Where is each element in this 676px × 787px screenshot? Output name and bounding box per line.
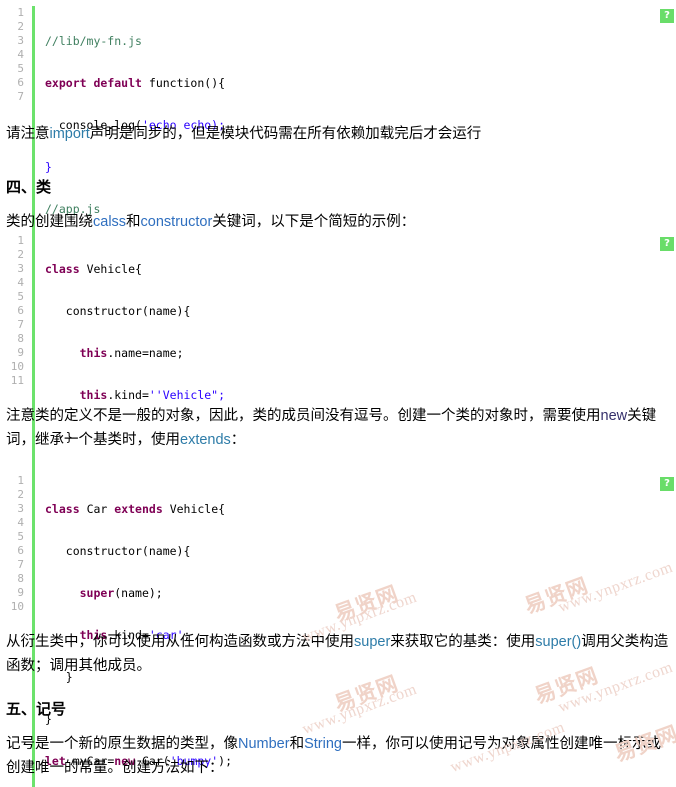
line-number: 5 [17,530,24,543]
line-number: 4 [17,276,24,289]
line-number-gutter: 1 2 3 4 5 6 7 [0,6,24,104]
code-line: //lib/my-fn.js [45,34,676,48]
line-number: 8 [17,572,24,585]
text-mid: 和 [126,214,141,230]
code-line: export default function(){ [45,76,226,90]
text-mid: 和 [289,736,305,752]
line-number: 2 [17,248,24,261]
line-number: 7 [17,90,24,103]
text-post: ： [230,432,246,448]
line-number: 10 [10,600,24,613]
code-line: this.kind=''Vehicle"; [79,388,226,402]
code-line: super(name); [79,586,163,600]
text-post: 关键词，以下是个简短的示例： [212,214,416,230]
text-mid: 来获取它的基类：使用 [390,634,536,650]
line-number-gutter: 1 2 3 4 5 6 7 8 9 10 11 [0,234,24,388]
line-number: 9 [17,586,24,599]
code-line: } [45,712,676,726]
inline-keyword-super-call: super() [535,634,582,650]
line-number: 3 [17,34,24,47]
line-number: 6 [17,76,24,89]
line-number: 7 [17,318,24,331]
line-number: 6 [17,544,24,557]
inline-keyword-super: super [354,634,391,650]
heading-class: 四、类 [6,179,52,196]
text-pre: 类的创建围绕 [6,214,93,230]
paragraph-class-note: 注意类的定义不是一般的对象，因此，类的成员间没有逗号。创建一个类的对象时，需要使… [6,404,670,452]
code-line: this.name=name; [79,346,184,360]
code-line: constructor(name){ [45,304,191,318]
inline-keyword-extends: extends [180,432,231,448]
line-number: 1 [17,234,24,247]
inline-keyword-calss: calss [93,214,127,230]
paragraph-import-note: 请注意import声明是同步的，但是模块代码需在所有依赖加载完后才会运行 [6,122,666,146]
line-number: 10 [10,360,24,373]
text-pre: 记号是一个新的原生数据的类型，像 [6,736,238,752]
code-line: class Vehicle{ [45,262,142,276]
line-number: 3 [17,502,24,515]
line-number: 1 [17,474,24,487]
inline-keyword-import: import [49,126,90,142]
paragraph-super-note: 从衍生类中，你可以使用从任何构造函数或方法中使用super来获取它的基类：使用s… [6,630,670,678]
line-number: 3 [17,262,24,275]
inline-keyword-string: String [304,736,342,752]
code-line: class Car extends Vehicle{ [45,502,226,516]
line-number: 4 [17,48,24,61]
code-token-comment: //lib/my-fn.js [45,34,142,48]
paragraph-symbol-intro: 记号是一个新的原生数据的类型，像Number和String一样，你可以使用记号为… [6,732,670,780]
paragraph-class-intro: 类的创建围绕calss和constructor关键词，以下是个简短的示例： [6,210,666,234]
line-number: 4 [17,516,24,529]
inline-keyword-constructor: constructor [140,214,213,230]
line-number: 2 [17,488,24,501]
code-line: constructor(name){ [45,544,191,558]
inline-keyword-number: Number [238,736,290,752]
inline-keyword-new: new [600,408,628,424]
text-pre: 请注意 [6,126,50,142]
line-number: 5 [17,62,24,75]
code-line: } [45,160,52,174]
line-number: 2 [17,20,24,33]
line-number: 6 [17,304,24,317]
line-number: 9 [17,346,24,359]
heading-symbol: 五、记号 [6,701,67,718]
text-post: 声明是同步的，但是模块代码需在所有依赖加载完后才会运行 [89,126,482,142]
line-number: 11 [10,374,24,387]
line-number-gutter: 1 2 3 4 5 6 7 8 9 10 [0,474,24,614]
text-pre: 注意类的定义不是一般的对象，因此，类的成员间没有逗号。创建一个类的对象时，需要使… [6,408,601,424]
line-number: 7 [17,558,24,571]
text-pre: 从衍生类中，你可以使用从任何构造函数或方法中使用 [6,634,354,650]
line-number: 1 [17,6,24,19]
code-help-badge-icon[interactable]: ? [660,477,674,491]
article-page: 易贤网 www.ynpxrz.com 易贤网 www.ynpxrz.com 易贤… [0,0,676,787]
code-help-badge-icon[interactable]: ? [660,9,674,23]
line-number: 5 [17,290,24,303]
line-number: 8 [17,332,24,345]
code-help-badge-icon[interactable]: ? [660,237,674,251]
